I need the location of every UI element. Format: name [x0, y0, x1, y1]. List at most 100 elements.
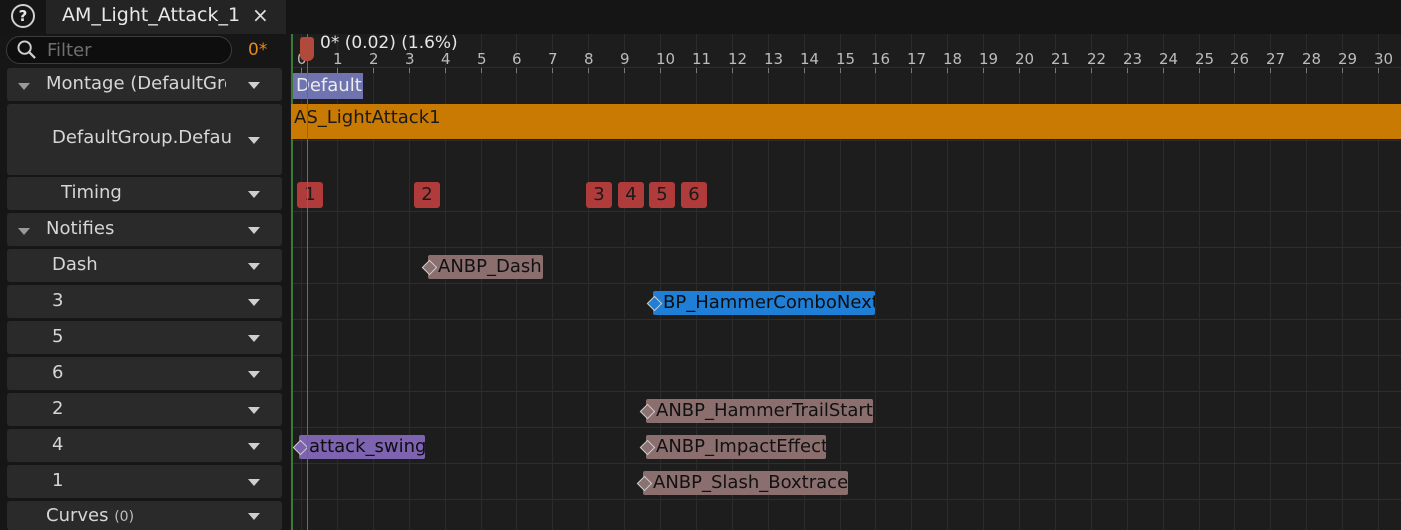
- chevron-down-icon[interactable]: [248, 263, 260, 270]
- track-label: 3: [52, 290, 64, 311]
- timing-marker[interactable]: 1: [297, 182, 323, 208]
- playhead-line: [307, 34, 308, 530]
- track-label: 2: [52, 398, 64, 419]
- track-divider: [291, 140, 1401, 141]
- track-label: 4: [52, 434, 64, 455]
- track-label: 6: [52, 362, 64, 383]
- tab-anim-montage[interactable]: AM_Light_Attack_1 ×: [46, 0, 286, 34]
- montage-section[interactable]: Default: [293, 73, 363, 99]
- ruler-tick-label: 9: [620, 50, 630, 68]
- ruler-tick-label: 23: [1123, 50, 1143, 68]
- ruler-tick-label: 29: [1338, 50, 1358, 68]
- ruler-tick-label: 10: [656, 50, 676, 68]
- notify-track[interactable]: 5: [7, 321, 282, 354]
- notify-track[interactable]: Dash: [7, 249, 282, 282]
- chevron-down-icon[interactable]: [248, 191, 260, 198]
- timing-marker[interactable]: 4: [618, 182, 644, 208]
- chevron-down-icon[interactable]: [248, 407, 260, 414]
- help-icon[interactable]: ?: [11, 4, 35, 28]
- curves-label: Curves: [46, 505, 109, 526]
- track-divider: [291, 427, 1401, 428]
- collapse-arrow-icon[interactable]: [18, 83, 30, 90]
- chevron-down-icon[interactable]: [248, 513, 260, 520]
- track-montage[interactable]: Montage (DefaultGroup): [7, 68, 282, 101]
- track-notifies[interactable]: Notifies: [7, 213, 282, 246]
- timeline-area[interactable]: 0123456789101112131415161718192021222324…: [291, 34, 1401, 530]
- ruler-tick-label: 25: [1195, 50, 1215, 68]
- close-tab-icon[interactable]: ×: [252, 3, 269, 27]
- ruler-tick-label: 16: [871, 50, 891, 68]
- chevron-down-icon[interactable]: [248, 137, 260, 144]
- track-timing[interactable]: Timing: [7, 177, 282, 210]
- search-icon: [17, 40, 36, 59]
- chevron-down-icon[interactable]: [248, 479, 260, 486]
- ruler-tick-label: 15: [836, 50, 856, 68]
- chevron-down-icon[interactable]: [248, 443, 260, 450]
- track-divider: [291, 391, 1401, 392]
- ruler-tick-label: 12: [728, 50, 748, 68]
- track-divider: [291, 463, 1401, 464]
- playhead-time: 0* (0.02) (1.6%): [320, 34, 458, 53]
- ruler-tick-label: 19: [979, 50, 999, 68]
- tab-title: AM_Light_Attack_1: [62, 4, 241, 26]
- timing-marker[interactable]: 2: [414, 182, 440, 208]
- track-slot[interactable]: DefaultGroup.DefaultSlot: [7, 104, 282, 175]
- notify-track[interactable]: 2: [7, 393, 282, 426]
- modified-indicator: 0*: [248, 40, 268, 60]
- track-curves[interactable]: Curves (0): [7, 501, 282, 530]
- chevron-down-icon[interactable]: [248, 82, 260, 89]
- ruler-tick-label: 18: [943, 50, 963, 68]
- track-label: Curves (0): [46, 505, 134, 526]
- filter-input[interactable]: [47, 38, 227, 62]
- ruler-tick-label: 20: [1015, 50, 1035, 68]
- track-label: 5: [52, 326, 64, 347]
- timing-marker[interactable]: 5: [649, 182, 675, 208]
- ruler-tick-label: 30: [1374, 50, 1394, 68]
- playhead-handle[interactable]: [300, 37, 314, 61]
- chevron-down-icon[interactable]: [248, 371, 260, 378]
- ruler-tick-label: 8: [584, 50, 594, 68]
- notify-item[interactable]: ANBP_ImpactEffect: [646, 435, 826, 459]
- ruler-tick-label: 24: [1159, 50, 1179, 68]
- ruler-tick-label: 22: [1087, 50, 1107, 68]
- ruler-tick-label: 13: [764, 50, 784, 68]
- notify-item[interactable]: BP_HammerComboNext: [653, 291, 875, 315]
- ruler-tick-label: 26: [1230, 50, 1250, 68]
- track-label: Montage (DefaultGroup): [46, 73, 226, 94]
- chevron-down-icon[interactable]: [248, 299, 260, 306]
- notify-item[interactable]: ANBP_Dash: [428, 255, 543, 279]
- notify-track[interactable]: 6: [7, 357, 282, 390]
- track-label: DefaultGroup.DefaultSlot: [52, 127, 232, 148]
- notify-track[interactable]: 3: [7, 285, 282, 318]
- filter-search-box[interactable]: [6, 36, 232, 64]
- ruler-tick-label: 27: [1266, 50, 1286, 68]
- chevron-down-icon[interactable]: [248, 335, 260, 342]
- ruler-tick-label: 14: [800, 50, 820, 68]
- ruler-tick-label: 21: [1051, 50, 1071, 68]
- notify-track[interactable]: 4: [7, 429, 282, 462]
- notify-track[interactable]: 1: [7, 465, 282, 498]
- ruler-tick-label: 17: [907, 50, 927, 68]
- track-divider: [291, 355, 1401, 356]
- anim-segment[interactable]: AS_LightAttack1: [291, 104, 1401, 139]
- notify-item[interactable]: attack_swing: [299, 435, 425, 459]
- notify-item[interactable]: ANBP_Slash_Boxtrace: [643, 471, 848, 495]
- track-divider: [291, 283, 1401, 284]
- curves-count: (0): [114, 509, 135, 525]
- notify-item[interactable]: ANBP_HammerTrailStart: [646, 399, 873, 423]
- track-divider: [291, 247, 1401, 248]
- track-label: 1: [52, 470, 64, 491]
- collapse-arrow-icon[interactable]: [18, 228, 30, 235]
- timing-marker[interactable]: 6: [681, 182, 707, 208]
- ruler-tick-label: 5: [477, 50, 487, 68]
- chevron-down-icon[interactable]: [248, 227, 260, 234]
- document-tab-bar: ? AM_Light_Attack_1 ×: [0, 0, 1401, 34]
- ruler-tick-label: 7: [548, 50, 558, 68]
- timing-marker[interactable]: 3: [586, 182, 612, 208]
- ruler-tick-label: 11: [692, 50, 712, 68]
- track-label: Dash: [52, 254, 98, 275]
- track-divider: [291, 499, 1401, 500]
- track-label: Timing: [61, 182, 122, 203]
- track-divider: [291, 319, 1401, 320]
- segment-label: AS_LightAttack1: [294, 107, 441, 128]
